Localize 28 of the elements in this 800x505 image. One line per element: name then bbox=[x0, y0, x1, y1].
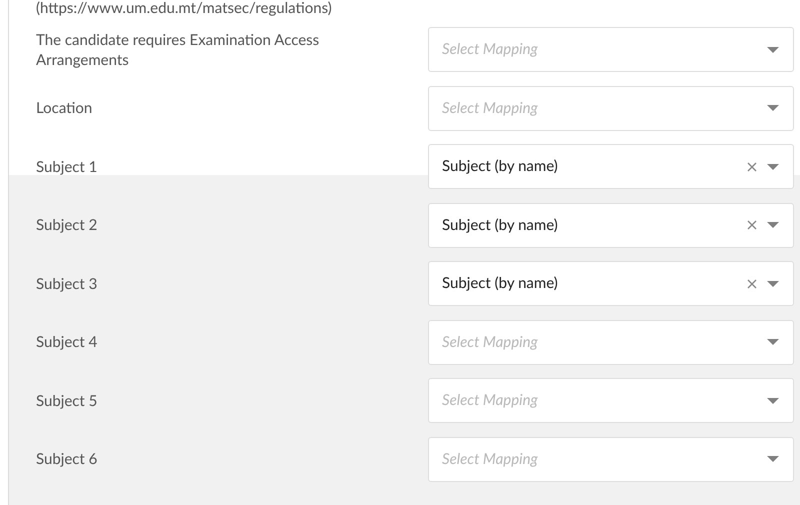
field-label: Subject 5 bbox=[36, 390, 98, 410]
mapping-select[interactable]: Subject (by name) bbox=[428, 261, 794, 306]
clear-icon[interactable] bbox=[747, 278, 757, 288]
clear-icon[interactable] bbox=[747, 162, 757, 172]
mapping-select[interactable]: Select Mapping bbox=[428, 320, 794, 364]
regulations-link-text: (https://www.um.edu.mt/matsec/regulations) bbox=[36, 0, 332, 19]
field-label: Subject 2 bbox=[36, 215, 98, 235]
field-label: Subject 3 bbox=[36, 274, 98, 294]
field-label: Subject 1 bbox=[36, 156, 98, 176]
caret-down-icon[interactable] bbox=[767, 339, 779, 345]
caret-down-icon[interactable] bbox=[767, 456, 779, 462]
field-label: Subject 6 bbox=[36, 449, 98, 469]
mapping-select[interactable]: Subject (by name) bbox=[428, 144, 794, 189]
mapping-select[interactable]: Select Mapping bbox=[428, 86, 794, 130]
field-label: Location bbox=[36, 98, 94, 118]
mapping-select[interactable]: Select Mapping bbox=[428, 436, 794, 482]
mapping-select[interactable]: Select Mapping bbox=[428, 378, 794, 423]
field-label: The candidate requires Examination Access Arrangements bbox=[36, 30, 320, 70]
caret-down-icon[interactable] bbox=[767, 398, 779, 404]
field-label: Subject 4 bbox=[36, 332, 98, 352]
caret-down-icon[interactable] bbox=[767, 46, 779, 52]
clear-icon[interactable] bbox=[747, 220, 757, 230]
caret-down-icon[interactable] bbox=[767, 105, 779, 111]
mapping-select[interactable]: Select Mapping bbox=[428, 27, 794, 72]
caret-down-icon[interactable] bbox=[767, 222, 779, 228]
caret-down-icon[interactable] bbox=[767, 164, 779, 170]
mapping-select[interactable]: Subject (by name) bbox=[428, 202, 794, 248]
caret-down-icon[interactable] bbox=[767, 280, 779, 286]
